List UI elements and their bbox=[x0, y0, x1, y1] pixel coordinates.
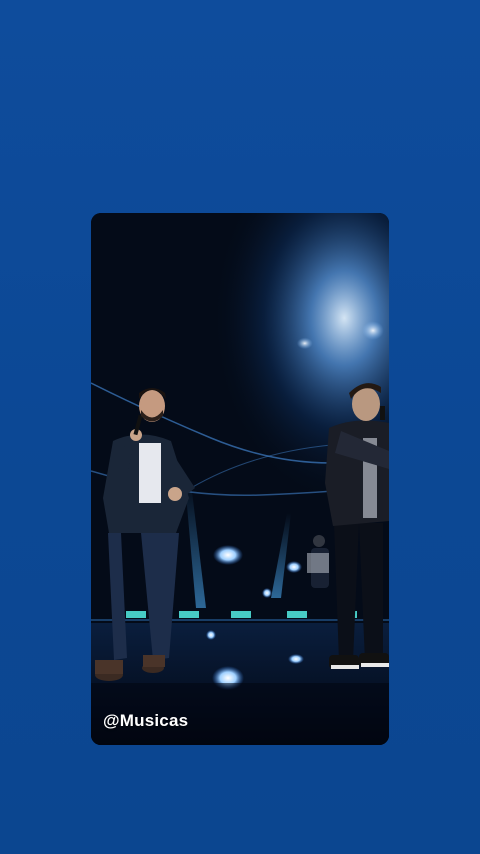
screen-background: @Musicas bbox=[0, 0, 480, 854]
story-media-card[interactable]: @Musicas bbox=[91, 213, 389, 745]
concert-photo bbox=[91, 213, 389, 745]
username-handle[interactable]: @Musicas bbox=[103, 711, 188, 731]
